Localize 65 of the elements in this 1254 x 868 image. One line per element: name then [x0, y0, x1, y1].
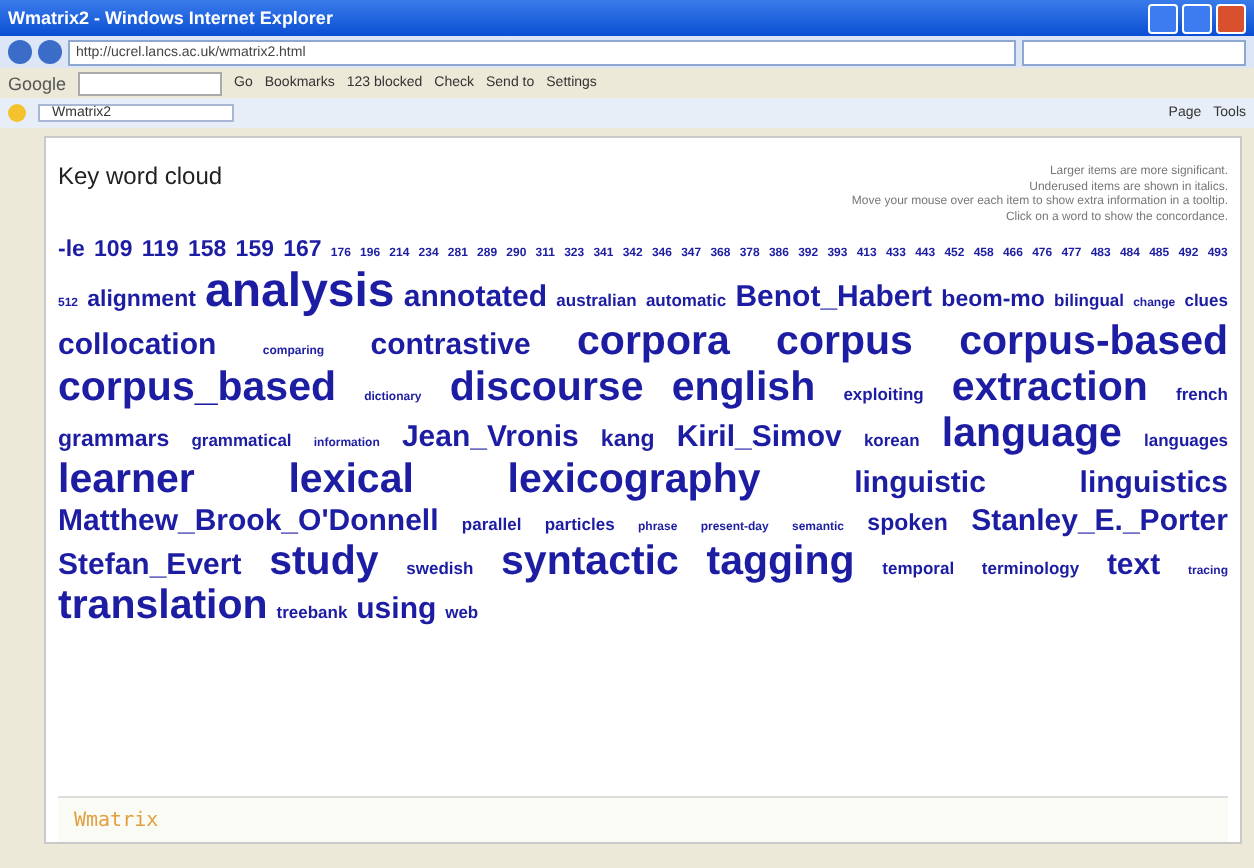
keyword-link[interactable]: bilingual	[1054, 289, 1124, 310]
keyword-link[interactable]: kang	[600, 427, 655, 452]
google-toolbar-logo: Google	[8, 73, 67, 93]
keyword-link[interactable]: 119	[141, 238, 179, 262]
keyword-link[interactable]: terminology	[981, 557, 1080, 577]
keyword-link[interactable]: Kiril_Simov	[676, 419, 842, 454]
keyword-link[interactable]: syntactic	[501, 537, 679, 583]
keyword-link[interactable]: linguistics	[1079, 465, 1228, 500]
keyword-link[interactable]: grammars	[58, 427, 170, 452]
keyword-link[interactable]: web	[445, 602, 479, 623]
toolbar-search-field[interactable]	[78, 71, 223, 95]
keyword-link[interactable]: australian	[556, 289, 637, 310]
keyword-link[interactable]: language	[941, 409, 1122, 456]
keyword-link[interactable]: beom-mo	[941, 287, 1045, 312]
keyword-link[interactable]: text	[1106, 547, 1161, 581]
keyword-link[interactable]: analysis	[205, 263, 395, 318]
keyword-link[interactable]: tagging	[706, 537, 855, 583]
keyword-link[interactable]: translation	[58, 582, 268, 629]
search-field[interactable]	[1022, 39, 1246, 65]
keyword-link[interactable]: treebank	[276, 602, 348, 623]
keyword-link[interactable]: swedish	[406, 557, 474, 577]
keyword-link[interactable]: Jean_Vronis	[401, 419, 579, 454]
keyword-link[interactable]: lexicography	[507, 455, 761, 502]
keyword-link[interactable]: Stanley_E._Porter	[971, 503, 1228, 538]
keyword-link[interactable]: learner	[58, 455, 195, 502]
page-heading: Key word cloud	[58, 162, 223, 190]
keyword-link[interactable]: 167	[283, 238, 322, 262]
keyword-link[interactable]: Matthew_Brook_O'Donnell	[58, 503, 439, 538]
keyword-link[interactable]: study	[269, 537, 379, 583]
keyword-link[interactable]: corpus-based	[959, 317, 1229, 364]
keyword-link[interactable]: lexical	[288, 455, 414, 502]
keyword-link[interactable]: 159	[235, 238, 274, 262]
window-title: Wmatrix2 - Windows Internet Explorer	[8, 8, 333, 28]
keyword-link[interactable]: collocation	[58, 327, 217, 362]
keyword-link[interactable]: contrastive	[370, 327, 531, 362]
keyword-link[interactable]: automatic	[645, 289, 727, 310]
keyword-link[interactable]: -le	[58, 238, 85, 262]
keyword-link[interactable]: corpora	[577, 317, 730, 364]
keyword-link[interactable]: using	[356, 592, 437, 627]
maximize-button[interactable]	[1182, 3, 1212, 33]
keyword-link[interactable]: Benot_Habert	[735, 279, 933, 314]
keyword-link[interactable]: spoken	[867, 511, 948, 536]
keyword-link[interactable]: Stefan_Evert	[58, 547, 242, 581]
keyword-link[interactable]: linguistic	[854, 465, 986, 500]
keyword-link[interactable]: extraction	[951, 363, 1148, 410]
keyword-link[interactable]: english	[671, 363, 816, 410]
keyword-link[interactable]: exploiting	[843, 383, 924, 404]
keyword-link[interactable]: discourse	[449, 363, 644, 410]
keyword-link[interactable]: clues	[1184, 289, 1228, 310]
keyword-link[interactable]: languages	[1143, 429, 1229, 450]
keyword-link[interactable]: korean	[863, 429, 920, 450]
keyword-link[interactable]: 109	[94, 238, 133, 262]
keyword-link[interactable]: particles	[544, 513, 615, 534]
keyword-link[interactable]: french	[1176, 383, 1228, 404]
keyword-link[interactable]: corpus	[776, 317, 913, 364]
keyword-link[interactable]: annotated	[403, 279, 548, 314]
wmatrix-logo: Wmatrix	[74, 809, 159, 831]
minimize-button[interactable]	[1148, 3, 1178, 33]
keyword-link[interactable]: grammatical	[191, 429, 292, 450]
keyword-link[interactable]: alignment	[87, 287, 196, 312]
keyword-link[interactable]: 158	[188, 238, 227, 262]
keyword-link[interactable]: corpus_based	[58, 363, 336, 410]
keyword-link[interactable]: temporal	[882, 557, 955, 577]
keyword-link[interactable]: parallel	[461, 513, 522, 534]
close-button[interactable]	[1216, 3, 1246, 33]
